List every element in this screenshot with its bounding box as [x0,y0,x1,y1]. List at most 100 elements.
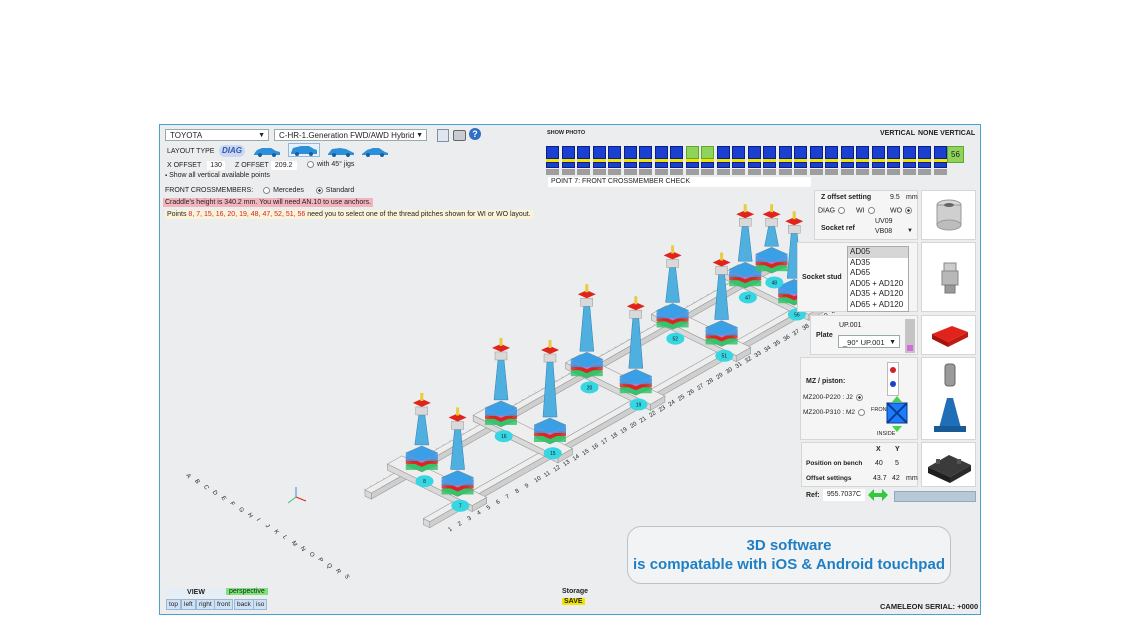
ruler-number: 17 [601,437,610,446]
ruler-letter: S [343,574,350,580]
view-back-button[interactable]: back [234,599,254,610]
socket-stud-option[interactable]: AD05 [848,247,908,258]
point-bubble-label: 19 [636,402,642,408]
ruler-number: 23 [658,404,667,413]
ruler-number: 27 [696,383,705,392]
save-button[interactable]: SAVE [562,598,585,605]
view-iso-button[interactable]: iso [253,599,268,610]
ruler-number: 31 [735,361,744,370]
ruler-number: 37 [792,328,801,337]
offset-settings-label: Offset settings [806,475,852,482]
left-right-arrows-icon[interactable] [868,489,888,501]
slider-handle[interactable] [907,345,913,351]
point-bubble-label: 56 [794,312,800,318]
socket-stud-option[interactable]: AD05 + AD120 [848,279,908,290]
jig-socket [715,266,728,275]
chevron-down-icon[interactable]: ▼ [907,228,913,234]
plate-slider[interactable] [905,319,915,353]
position-y-value: 5 [895,460,899,467]
ruler-letter: G [237,507,245,514]
chevron-down-icon: ▼ [889,339,896,346]
ruler-letter: H [246,512,253,519]
socket-ref-value-2[interactable]: VB08 [875,228,892,235]
jig-column [665,267,680,303]
ruler-letter: N [299,546,306,553]
mz-option-2-radio[interactable] [858,409,866,416]
jig-plate-side [405,452,438,461]
ruler-letter: A [184,473,191,479]
jig-socket [580,297,593,307]
stud-part-icon [941,262,959,294]
ruler-number: 29 [715,372,724,381]
wo-option[interactable]: WO [890,207,915,214]
jig-plate-side [705,327,738,336]
ruler-number: 16 [591,443,600,452]
jig-stud [634,296,638,305]
socket-stud-option[interactable]: AD35 + AD120 [848,289,908,300]
point-bubble-label: 15 [550,451,556,457]
ruler-number: 8 [514,488,521,495]
wo-radio[interactable] [905,207,913,214]
ruler-letter: I [255,518,261,523]
mz-piston-panel: MZ / piston: MZ200-P220 : J2 MZ200-P310 … [800,357,918,440]
mz-option-2[interactable]: MZ200-P310 : M2 [803,409,868,416]
socket-stud-option[interactable]: AD65 + AD120 [848,300,908,311]
z-offset-setting-label: Z offset setting [821,194,872,201]
ruler-number: 36 [782,334,791,343]
ruler-letter: B [193,479,200,485]
wi-radio[interactable] [867,207,875,214]
mz-option-1[interactable]: MZ200-P220 : J2 [803,394,866,401]
ruler-number: 19 [620,426,629,435]
jig-socket [739,217,752,227]
jig-column [579,305,595,352]
piston-part-icon [934,363,966,432]
ruler-letter: C [202,484,210,491]
view-front-button[interactable]: front [214,599,234,610]
jig-column [714,274,729,320]
promo-banner: 3D software is compatable with iOS & And… [627,526,951,584]
wi-option[interactable]: WI [856,207,878,214]
view-right-button[interactable]: right [196,599,215,610]
socket-stud-listbox[interactable]: AD05 AD35 AD65 AD05 + AD120 AD35 + AD120… [847,246,909,312]
socket-stud-option[interactable]: AD65 [848,268,908,279]
ref-label: Ref: [806,492,820,499]
jig-column [764,225,779,247]
ruler-number: 9 [524,483,531,490]
plate-select[interactable]: _90° UP.001 ▼ [838,335,900,348]
z-offset-panel: Z offset setting 9.5 mm DIAG WI WO Socke… [814,190,918,240]
z-offset-setting-value[interactable]: 9.5 [890,194,900,201]
ruler-letter: O [307,551,315,558]
position-x-value: 40 [875,460,883,467]
socket-stud-thumbnail [921,242,976,312]
mz-option-1-radio[interactable] [855,394,863,401]
axis-x [295,496,307,502]
orientation-arrows-icon[interactable] [885,396,909,432]
serial-number: CAMELEON SERIAL: +0000 [880,602,979,611]
ruler-number: 33 [754,350,763,359]
socket-stud-option[interactable]: AD35 [848,258,908,269]
jig-socket [494,351,508,361]
ruler-number: 5 [486,504,493,511]
ruler-number: 30 [725,366,734,375]
view-top-button[interactable]: top [166,599,182,610]
ruler-number: 24 [668,399,677,408]
jig-stud [420,392,424,401]
ruler-letter: P [316,557,323,563]
bench-thumbnail [921,442,976,487]
point-bubble-label: 7 [459,504,462,510]
jig-stud [548,340,552,348]
view-left-button[interactable]: left [181,599,196,610]
ref-scrollbar[interactable] [894,491,976,502]
jig-socket [415,406,429,416]
ruler-number: 21 [639,415,648,424]
diag-option[interactable]: DIAG [818,207,848,214]
plate-value-top: UP.001 [839,322,862,329]
plate-panel: Plate UP.001 _90° UP.001 ▼ [810,315,918,355]
mz-option-2-label: MZ200-P310 : M2 [803,409,856,417]
jig-stud [456,407,460,416]
ref-value: 955.7037C [823,489,865,501]
view-label: VIEW [166,589,226,596]
diag-radio[interactable] [838,207,846,214]
perspective-button[interactable]: perspective [226,588,268,595]
ruler-number: 2 [457,521,464,528]
